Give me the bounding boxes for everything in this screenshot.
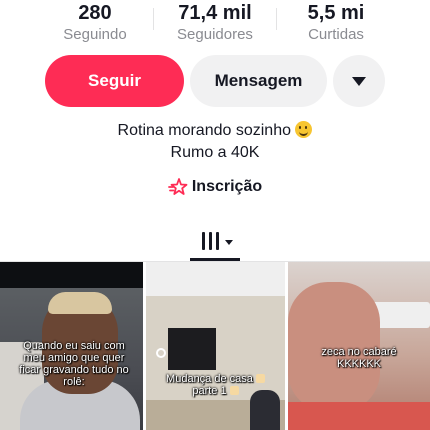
subscription-star-icon [167, 178, 188, 195]
moon-icon [156, 348, 166, 358]
likes-label: Curtidas [308, 26, 364, 43]
profile-actions: Seguir Mensagem [0, 55, 430, 107]
following-label: Seguindo [63, 26, 127, 43]
message-button[interactable]: Mensagem [190, 55, 327, 107]
thumbnail-tv [168, 328, 216, 370]
video-thumbnail[interactable]: zeca no cabaré KKKKKK [288, 262, 430, 430]
videos-grid-icon [215, 232, 219, 250]
profile-stats: 280 Seguindo 71,4 mil Seguidores 5,5 mi … [0, 0, 430, 48]
bio-line-1: Rotina morando sozinho [0, 120, 430, 142]
house-emoji-icon [255, 374, 265, 383]
video-caption-line-1: zeca no cabaré [321, 346, 397, 358]
video-caption-text: parte 1 [192, 385, 227, 397]
video-thumbnail[interactable]: Quando eu saiu com meu amigo que quer fi… [0, 262, 143, 430]
active-tab-indicator [190, 258, 240, 261]
thumbnail-person [288, 402, 430, 430]
stat-likes[interactable]: 5,5 mi Curtidas [276, 0, 396, 44]
video-thumbnail[interactable]: Mudança de casa parte 1 [146, 262, 285, 430]
bio-line-1-text: Rotina morando sozinho [117, 122, 291, 139]
followers-count: 71,4 mil [178, 2, 252, 24]
videos-grid-icon [208, 232, 212, 250]
smiling-face-emoji-icon [295, 121, 313, 138]
video-caption-line-1: Mudança de casa [158, 373, 273, 385]
content-tabs [0, 222, 430, 262]
video-caption: Quando eu saiu com meu amigo que quer fi… [19, 340, 129, 388]
subscription-link[interactable]: Inscrição [0, 177, 430, 197]
video-caption: zeca no cabaré KKKKKK [304, 346, 414, 370]
tab-videos[interactable] [195, 226, 239, 256]
subscription-label: Inscrição [191, 178, 263, 195]
chevron-down-icon [224, 239, 233, 245]
bio-line-2: Rumo a 40K [170, 144, 260, 161]
caret-down-icon [352, 76, 366, 86]
stat-following[interactable]: 280 Seguindo [35, 0, 155, 44]
profile-bio: Rotina morando sozinho Rumo a 40K [0, 120, 430, 164]
videos-grid-icon [201, 232, 205, 250]
video-caption-line-2: KKKKKK [336, 358, 382, 370]
more-options-button[interactable] [333, 55, 385, 107]
followers-label: Seguidores [177, 26, 253, 43]
thumbnail-person [48, 292, 112, 314]
video-caption-line-2: parte 1 [158, 385, 273, 397]
video-caption: Mudança de casa parte 1 [158, 373, 273, 397]
following-count: 280 [78, 2, 112, 24]
likes-count: 5,5 mi [307, 2, 365, 24]
thumbnail-background [0, 262, 143, 288]
box-emoji-icon [229, 386, 239, 395]
follow-button[interactable]: Seguir [45, 55, 184, 107]
video-caption-text: Mudança de casa [166, 373, 253, 385]
thumbnail-background [146, 262, 285, 296]
video-grid: Quando eu saiu com meu amigo que quer fi… [0, 262, 430, 430]
stat-followers[interactable]: 71,4 mil Seguidores [155, 0, 275, 44]
stat-divider [153, 8, 154, 30]
